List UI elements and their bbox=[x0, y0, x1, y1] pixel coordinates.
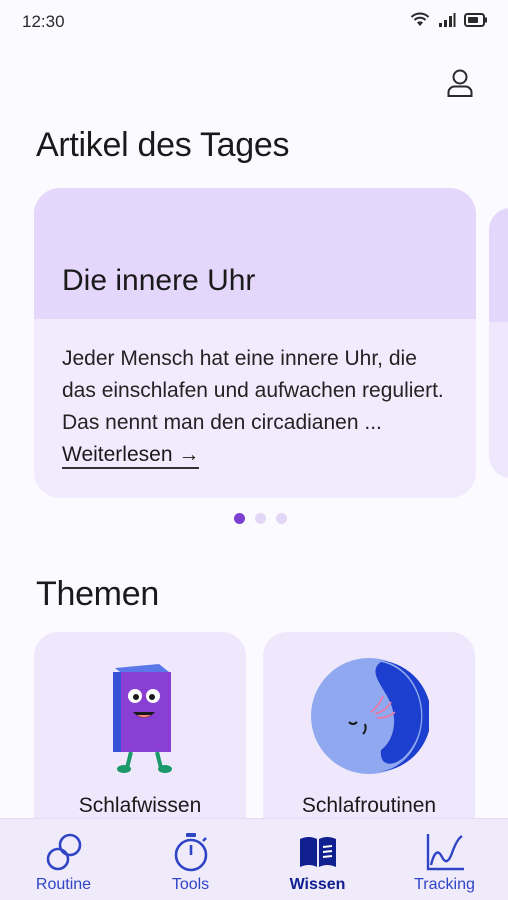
nav-item-tracking[interactable]: Tracking bbox=[381, 819, 508, 900]
article-card-title: Die innere Uhr bbox=[62, 264, 256, 297]
section-title-topics: Themen bbox=[36, 575, 159, 613]
person-icon bbox=[447, 69, 473, 97]
signal-icon bbox=[439, 13, 456, 27]
rings-icon bbox=[46, 833, 81, 871]
open-book-icon bbox=[299, 837, 336, 867]
bottom-nav: Routine Tools Wissen Tracking bbox=[0, 818, 508, 900]
nav-label: Tracking bbox=[414, 876, 475, 893]
pager-dot[interactable] bbox=[255, 513, 266, 524]
article-card-body: Jeder Mensch hat eine innere Uhr, die da… bbox=[34, 319, 476, 471]
article-card-header: Die innere Uhr bbox=[34, 188, 476, 319]
nav-item-routine[interactable]: Routine bbox=[0, 819, 127, 900]
nav-item-tools[interactable]: Tools bbox=[127, 819, 254, 900]
status-bar: 12:30 bbox=[0, 0, 508, 44]
topic-card-schlafwissen[interactable]: Schlafwissen bbox=[34, 632, 246, 842]
read-more-link[interactable]: Weiterlesen → bbox=[62, 443, 200, 469]
pager-dot[interactable] bbox=[276, 513, 287, 524]
moon-face-icon bbox=[311, 658, 429, 774]
nav-item-wissen[interactable]: Wissen bbox=[254, 819, 381, 900]
nav-label: Wissen bbox=[289, 876, 346, 893]
stopwatch-icon bbox=[174, 833, 207, 872]
article-excerpt: Jeder Mensch hat eine innere Uhr, die da… bbox=[62, 347, 444, 434]
profile-button[interactable] bbox=[446, 68, 474, 98]
battery-icon bbox=[464, 13, 487, 27]
book-character-icon bbox=[113, 664, 172, 773]
status-icons bbox=[410, 12, 488, 28]
nav-label: Routine bbox=[35, 876, 92, 893]
status-time: 12:30 bbox=[22, 12, 65, 31]
topic-card-schlafroutinen[interactable]: Schlafroutinen bbox=[263, 632, 475, 842]
topic-label: Schlafroutinen bbox=[301, 794, 437, 817]
pager-dot-active[interactable] bbox=[234, 513, 245, 524]
topic-label: Schlafwissen bbox=[78, 794, 202, 817]
carousel-pager[interactable] bbox=[234, 513, 287, 524]
article-card[interactable]: Die innere Uhr Jeder Mensch hat eine inn… bbox=[34, 188, 476, 498]
section-title-article: Artikel des Tages bbox=[36, 126, 290, 164]
chart-icon bbox=[426, 834, 464, 871]
next-article-card-peek[interactable] bbox=[489, 208, 508, 478]
nav-label: Tools bbox=[171, 876, 210, 893]
wifi-icon bbox=[410, 12, 430, 26]
